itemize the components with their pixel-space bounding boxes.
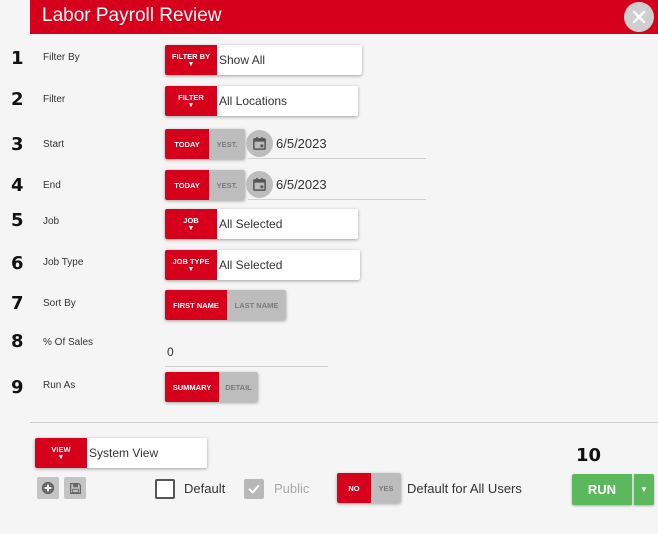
end-yesterday-button[interactable]: YEST. xyxy=(209,170,245,200)
step-number-10: 10 xyxy=(576,445,602,466)
view-dropdown[interactable]: VIEW ▼ System View xyxy=(35,438,207,468)
start-today-button[interactable]: TODAY xyxy=(165,129,209,159)
start-date-toggle: TODAY YEST. xyxy=(165,129,245,159)
run-options-button[interactable]: ▼ xyxy=(634,474,654,505)
end-today-button[interactable]: TODAY xyxy=(165,170,209,200)
add-view-button[interactable] xyxy=(37,477,59,499)
sort-by-toggle: FIRST NAME LAST NAME xyxy=(165,290,286,320)
sort-last-name-button[interactable]: LAST NAME xyxy=(227,290,286,320)
start-date-underline xyxy=(248,158,426,159)
default-label: Default xyxy=(184,481,226,496)
job-label: Job xyxy=(43,216,60,227)
job-dropdown[interactable]: JOB ▼ All Selected xyxy=(165,209,358,239)
add-circle-icon xyxy=(41,481,55,495)
calendar-icon xyxy=(253,177,266,191)
caret-down-icon: ▼ xyxy=(187,60,195,68)
end-label: End xyxy=(43,180,61,191)
caret-down-icon: ▼ xyxy=(640,485,648,494)
end-date-input[interactable]: 6/5/2023 xyxy=(276,177,327,192)
job-type-tag[interactable]: JOB TYPE ▼ xyxy=(165,250,217,280)
filter-dropdown[interactable]: FILTER ▼ All Locations xyxy=(165,86,358,116)
step-number-9: 9 xyxy=(11,377,24,398)
end-date-toggle: TODAY YEST. xyxy=(165,170,245,200)
view-value: System View xyxy=(89,446,159,460)
default-all-users-toggle: NO YES xyxy=(337,473,401,503)
step-number-8: 8 xyxy=(11,331,24,352)
run-as-label: Run As xyxy=(43,380,76,391)
public-checkbox[interactable] xyxy=(244,479,264,499)
filter-by-tag[interactable]: FILTER BY ▼ xyxy=(165,45,217,75)
step-number-4: 4 xyxy=(11,175,24,196)
job-type-value: All Selected xyxy=(219,258,283,272)
filter-by-tag-label: FILTER BY xyxy=(171,51,211,61)
step-number-3: 3 xyxy=(11,134,24,155)
pct-sales-input[interactable]: 0 xyxy=(167,345,174,359)
start-date-input[interactable]: 6/5/2023 xyxy=(276,136,327,151)
save-view-button[interactable] xyxy=(64,477,86,499)
section-divider xyxy=(30,422,658,423)
filter-by-value: Show All xyxy=(219,53,266,67)
job-type-label: Job Type xyxy=(43,257,84,268)
default-checkbox[interactable] xyxy=(155,479,175,499)
view-tag[interactable]: VIEW ▼ xyxy=(35,438,87,468)
job-value: All Selected xyxy=(219,217,283,231)
run-button[interactable]: RUN xyxy=(572,474,632,505)
filter-tag-label: FILTER xyxy=(178,92,204,102)
step-number-1: 1 xyxy=(11,48,24,69)
filter-label: Filter xyxy=(43,94,66,105)
filter-tag[interactable]: FILTER ▼ xyxy=(165,86,217,116)
filter-by-dropdown[interactable]: FILTER BY ▼ Show All xyxy=(165,45,362,75)
start-yesterday-button[interactable]: YEST. xyxy=(209,129,245,159)
save-icon xyxy=(69,482,81,494)
end-date-underline xyxy=(248,199,426,200)
check-icon xyxy=(248,484,260,494)
default-all-yes-button[interactable]: YES xyxy=(371,473,401,503)
end-calendar-button[interactable] xyxy=(246,171,273,198)
default-all-users-label: Default for All Users xyxy=(407,481,522,496)
job-tag-label: JOB xyxy=(183,215,199,225)
caret-down-icon: ▼ xyxy=(187,265,195,273)
step-number-7: 7 xyxy=(11,293,24,314)
run-as-toggle: SUMMARY DETAIL xyxy=(165,372,258,402)
filter-by-label: Filter By xyxy=(43,52,80,63)
filter-value: All Locations xyxy=(219,94,288,108)
caret-down-icon: ▼ xyxy=(187,101,195,109)
job-type-tag-label: JOB TYPE xyxy=(172,256,210,266)
caret-down-icon: ▼ xyxy=(57,453,65,461)
view-tag-label: VIEW xyxy=(51,444,71,454)
public-label: Public xyxy=(274,481,310,496)
start-label: Start xyxy=(43,139,65,150)
sort-first-name-button[interactable]: FIRST NAME xyxy=(165,290,227,320)
step-number-5: 5 xyxy=(11,210,24,231)
job-type-dropdown[interactable]: JOB TYPE ▼ All Selected xyxy=(165,250,360,280)
close-icon xyxy=(632,10,646,24)
sort-by-label: Sort By xyxy=(43,298,76,309)
run-as-detail-button[interactable]: DETAIL xyxy=(219,372,258,402)
title-bar: Labor Payroll Review xyxy=(30,0,658,34)
job-tag[interactable]: JOB ▼ xyxy=(165,209,217,239)
step-number-6: 6 xyxy=(11,253,24,274)
default-all-no-button[interactable]: NO xyxy=(337,473,371,503)
run-as-summary-button[interactable]: SUMMARY xyxy=(165,372,219,402)
close-button[interactable] xyxy=(624,2,654,32)
pct-sales-underline xyxy=(165,366,328,367)
calendar-icon xyxy=(253,136,266,150)
pct-sales-label: % Of Sales xyxy=(43,337,94,348)
report-window: Labor Payroll Review 1 Filter By FILTER … xyxy=(0,0,658,534)
step-number-2: 2 xyxy=(11,89,24,110)
start-calendar-button[interactable] xyxy=(246,130,273,157)
page-title: Labor Payroll Review xyxy=(42,5,222,26)
caret-down-icon: ▼ xyxy=(187,224,195,232)
